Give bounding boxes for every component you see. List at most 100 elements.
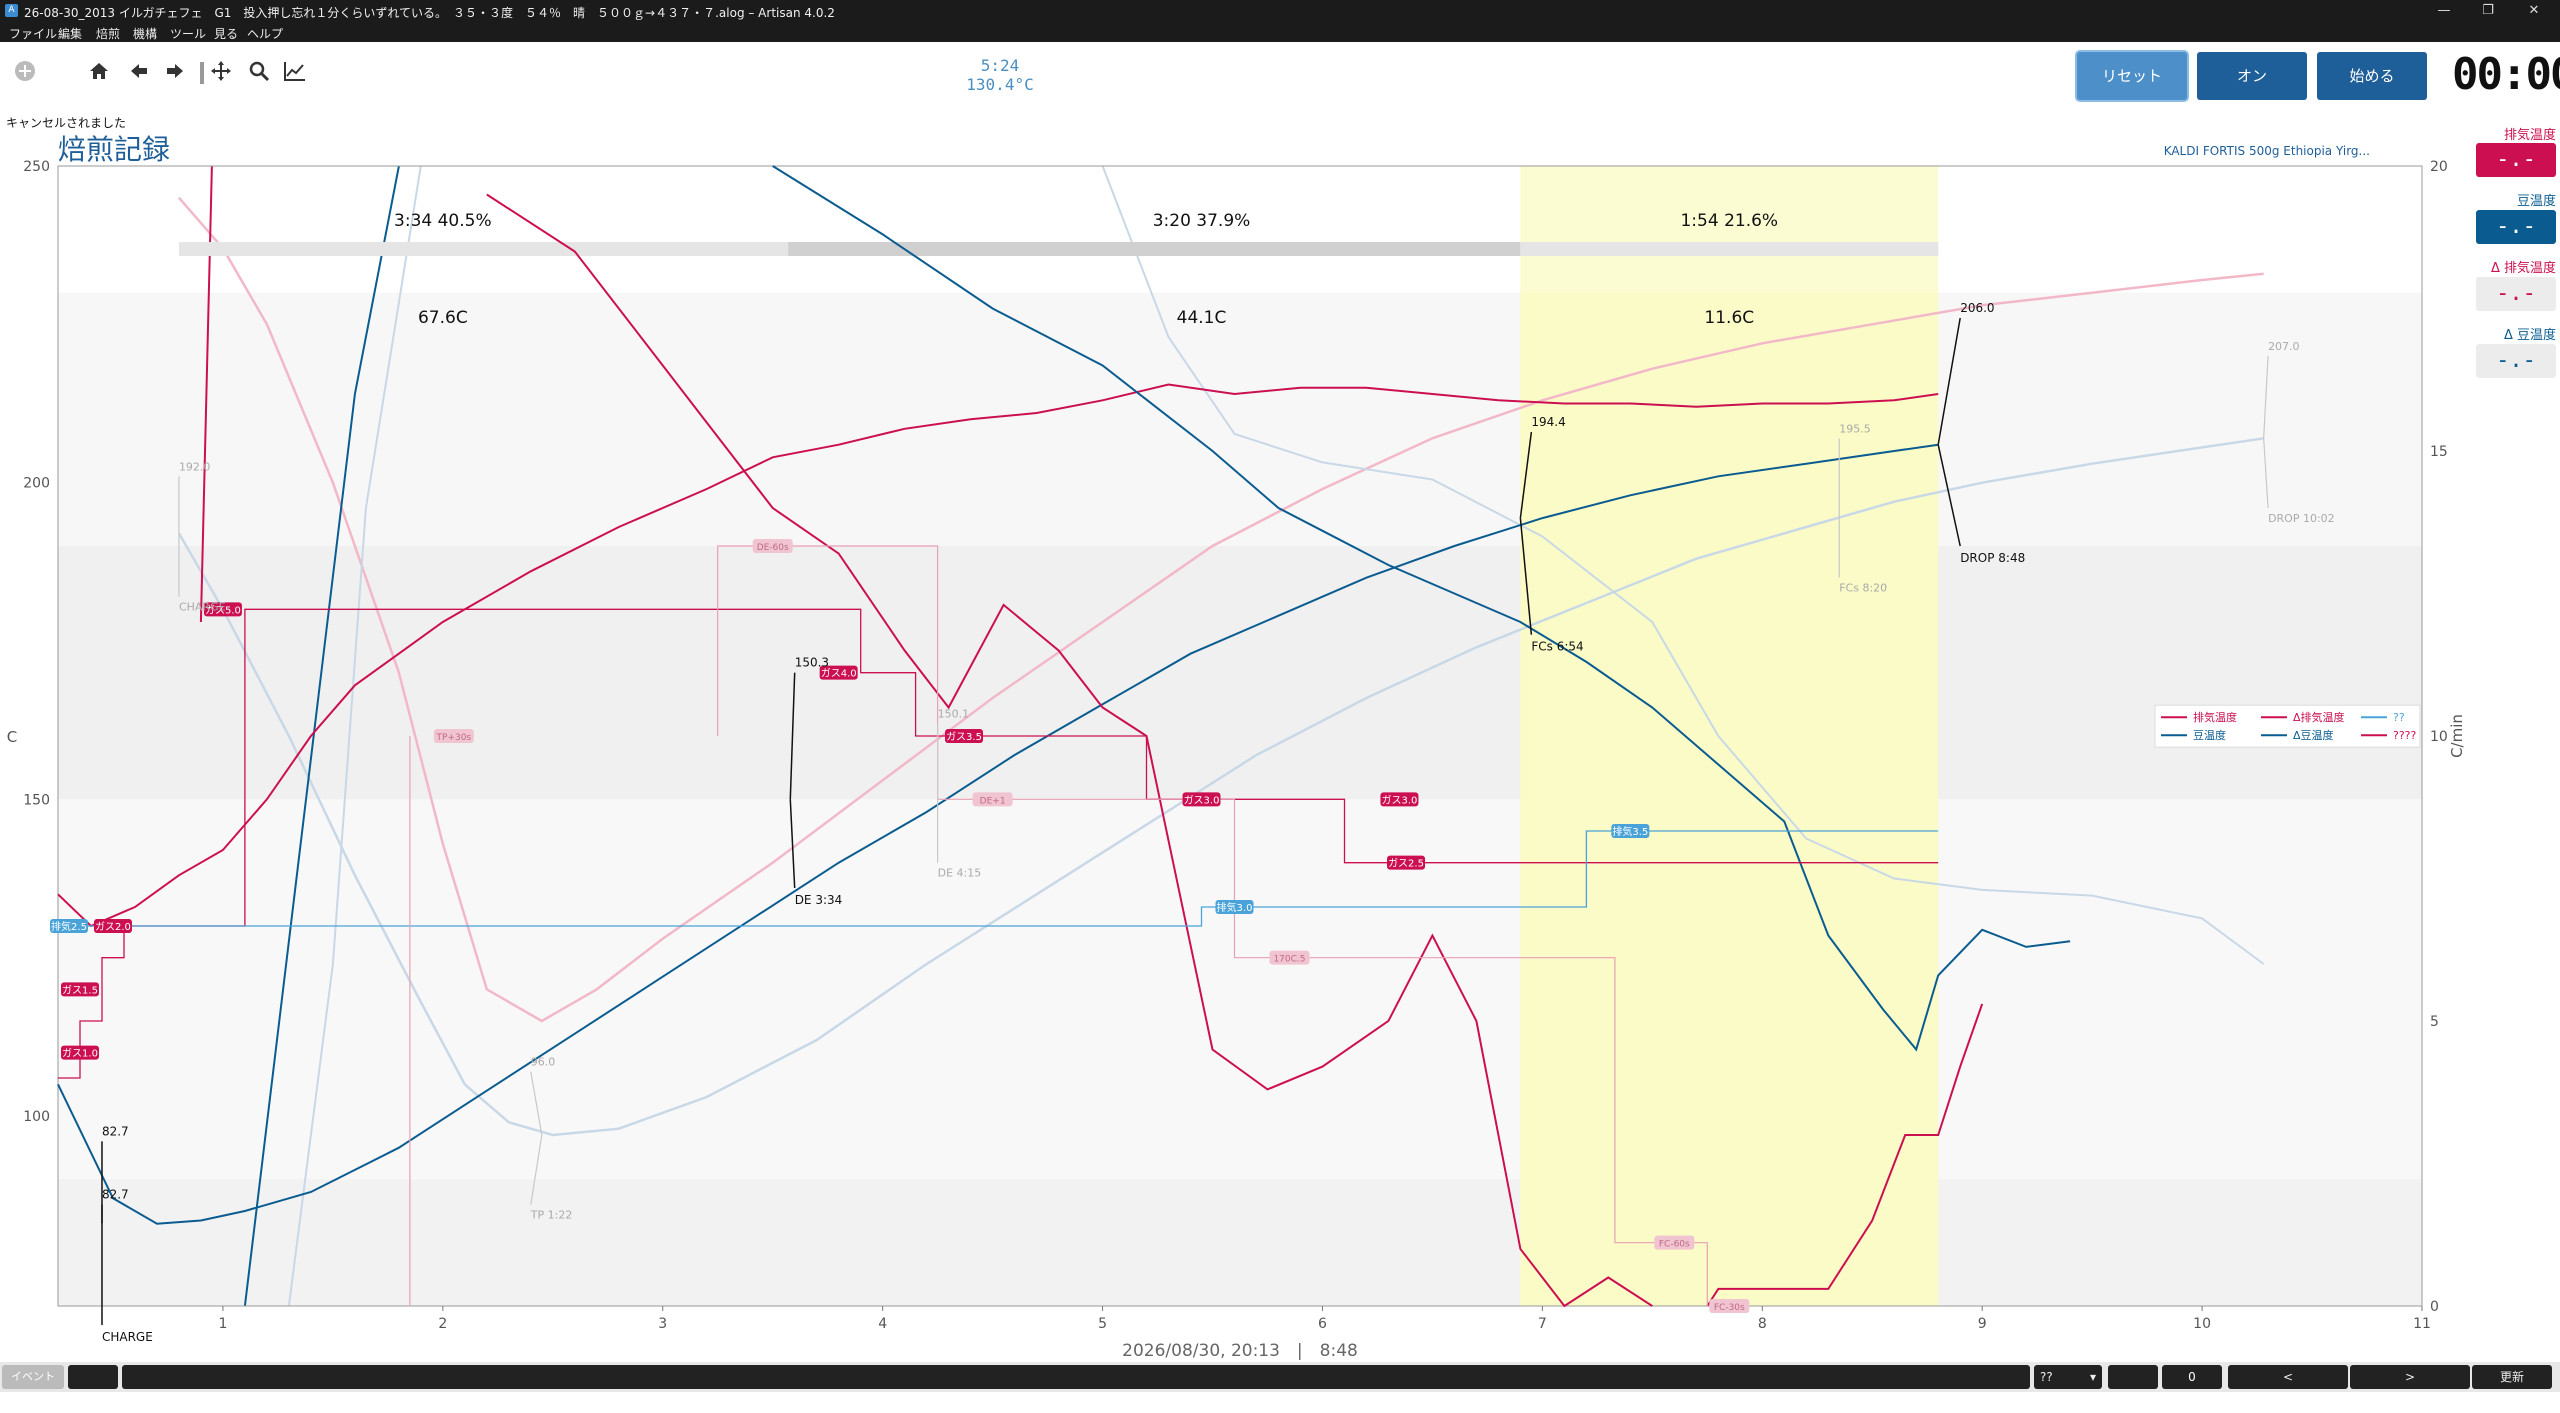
maximize-button[interactable]: ❐: [2468, 2, 2508, 20]
reference-tag-label: DE+1: [980, 796, 1006, 806]
menu-roast[interactable]: 焙煎: [96, 25, 120, 42]
magnifier-icon[interactable]: [246, 60, 272, 86]
event-tag-label: ガス3.0: [1184, 794, 1220, 806]
temp-band: [58, 546, 2422, 800]
start-button[interactable]: 始める: [2317, 52, 2427, 100]
on-button[interactable]: オン: [2197, 52, 2307, 100]
annotation-label: 82.7: [102, 1124, 129, 1138]
update-button[interactable]: 更新: [2472, 1365, 2552, 1389]
lcd-time-readout: 5:24 130.4°C: [880, 56, 1120, 94]
x-tick-label: 1: [218, 1316, 227, 1332]
event-type-value: ??: [2040, 1370, 2053, 1384]
x-tick-label: 5: [1098, 1316, 1107, 1332]
reference-annotation-label: 195.5: [1839, 422, 1871, 435]
reference-tag-label: FC-30s: [1714, 1303, 1745, 1313]
plus-circle-icon[interactable]: [12, 60, 38, 86]
reference-annotation-label: 150.1: [938, 707, 970, 720]
reference-tag-label: TP+30s: [436, 733, 472, 743]
y-right-tick-label: 5: [2430, 1014, 2439, 1030]
legend-entry: ??: [2393, 711, 2405, 724]
roast-timer: 00:00: [2452, 49, 2560, 100]
y-right-tick-label: 15: [2430, 444, 2448, 460]
event-tag-label: ガス3.5: [946, 731, 982, 743]
reference-tag-label: FC-60s: [1659, 1240, 1690, 1250]
annotation-label: 206.0: [1960, 301, 1994, 315]
development-phase-band-overlay: [1520, 166, 1939, 1306]
x-tick-label: 11: [2413, 1316, 2431, 1332]
event-type-select[interactable]: ?? ▾: [2034, 1365, 2102, 1389]
menu-help[interactable]: ヘルプ: [247, 25, 283, 42]
reference-tag-label: DE-60s: [757, 543, 789, 553]
event-tag-label: ガス2.0: [95, 921, 131, 933]
event-tag-label: ガス2.5: [1388, 858, 1424, 870]
y-right-tick-label: 0: [2430, 1299, 2439, 1315]
phase-delta: 67.6C: [418, 308, 468, 328]
event-value-spinbox[interactable]: 0: [2162, 1365, 2222, 1389]
reference-annotation-label: 192.0: [179, 460, 211, 473]
chart-footer: 2026/08/30, 20:13 | 8:48: [1122, 1341, 1358, 1361]
y-left-tick-label: 200: [23, 476, 50, 492]
prev-event-button[interactable]: <: [2228, 1365, 2348, 1389]
annotation-label: 82.7: [102, 1188, 129, 1202]
menu-edit[interactable]: 編集: [58, 25, 82, 42]
event-tag-label: 排気3.0: [1217, 901, 1253, 914]
phase-label: 1:54 21.6%: [1680, 211, 1778, 231]
reference-annotation-label: FCs 8:20: [1839, 582, 1887, 595]
legend-entry: Δ排気温度: [2293, 710, 2345, 724]
phase-label: 3:34 40.5%: [394, 211, 492, 231]
reference-tag-label: 170C.5: [1273, 955, 1305, 965]
development-phase-bar: [1520, 242, 1939, 256]
event-description-field[interactable]: [122, 1365, 2030, 1389]
et-label: 排気温度: [2503, 128, 2556, 143]
event-number-label: イベント #0: [2, 1365, 64, 1407]
menu-tools[interactable]: ツール: [170, 25, 206, 42]
reset-button[interactable]: リセット: [2077, 52, 2187, 100]
move-icon[interactable]: [208, 60, 234, 86]
line-chart-icon[interactable]: [282, 60, 308, 86]
event-time-field[interactable]: [68, 1365, 118, 1389]
menu-view[interactable]: 見る: [214, 25, 238, 42]
reference-annotation-label: TP 1:22: [530, 1209, 573, 1222]
toolbar-separator: [200, 62, 204, 84]
annotation-label: DROP 8:48: [1960, 551, 2025, 565]
arrow-right-icon[interactable]: [162, 60, 188, 86]
annotation-label: DE 3:34: [795, 893, 843, 907]
reference-annotation-label: CHARGE: [179, 601, 226, 614]
event-tag-label: ガス1.5: [62, 984, 98, 996]
roast-chart[interactable]: 3:34 40.5% 67.6C 3:20 37.9% 44.1C 1:54 21.6%…: [0, 150, 2560, 1362]
event-extra-field[interactable]: [2108, 1365, 2158, 1389]
legend-entry: 豆温度: [2193, 728, 2226, 742]
next-event-button[interactable]: >: [2350, 1365, 2470, 1389]
title-bar: A 26-08-30_2013 イルガチェフェ G1 投入押し忘れ１分くらいずれ…: [0, 0, 2560, 22]
event-tag-label: 排気3.5: [1612, 825, 1648, 838]
menu-machine[interactable]: 機構: [133, 25, 157, 42]
arrow-left-icon[interactable]: [126, 60, 152, 86]
x-tick-label: 4: [878, 1316, 887, 1332]
reference-annotation-label: 207.0: [2268, 340, 2300, 353]
menu-file[interactable]: ファイル: [9, 25, 57, 42]
y-left-tick-label: 150: [23, 792, 50, 808]
app-icon: A: [5, 4, 18, 17]
temp-band: [58, 1179, 2422, 1306]
minimize-button[interactable]: —: [2424, 2, 2464, 20]
event-tag-label: ガス3.0: [1381, 794, 1417, 806]
annotation-label: FCs 6:54: [1531, 640, 1583, 654]
x-tick-label: 8: [1758, 1316, 1767, 1332]
x-tick-label: 2: [438, 1316, 447, 1332]
legend-entry: 排気温度: [2193, 710, 2237, 724]
temp-band: [58, 799, 2422, 1180]
y-right-tick-label: 10: [2430, 729, 2448, 745]
home-icon[interactable]: [86, 60, 112, 86]
drying-phase-bar: [178, 242, 789, 256]
reference-annotation-label: 96.0: [531, 1056, 556, 1069]
reference-annotation-label: DE 4:15: [938, 867, 982, 880]
window-title: 26-08-30_2013 イルガチェフェ G1 投入押し忘れ１分くらいずれてい…: [24, 6, 835, 20]
legend-entry: Δ豆温度: [2293, 728, 2334, 742]
y-left-axis-label: C: [7, 728, 17, 746]
event-editor-bar: イベント #0 ?? ▾ 0 < > 更新: [0, 1362, 2560, 1407]
menu-bar: ファイル 編集 焙煎 機構 ツール 見る ヘルプ: [0, 22, 2560, 42]
close-button[interactable]: ✕: [2514, 2, 2554, 20]
y-left-tick-label: 250: [23, 159, 50, 175]
reference-annotation-label: DROP 10:02: [2268, 512, 2335, 525]
y-right-axis-label: C/min: [2448, 714, 2466, 758]
